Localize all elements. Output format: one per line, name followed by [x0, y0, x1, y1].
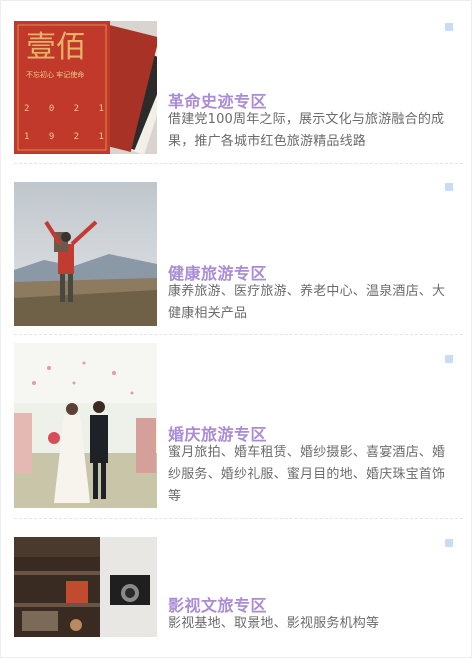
zone-card-image[interactable] [14, 537, 157, 637]
book-slogan: 不忘初心 牢记使命 [26, 70, 84, 79]
zone-list-panel: 壹佰 不忘初心 牢记使命 2 0 2 1 1 9 2 1 革命史迹专区 借建党1… [0, 0, 472, 658]
zone-card-image[interactable] [14, 182, 157, 326]
corner-marker [445, 539, 453, 547]
zone-card-image[interactable]: 壹佰 不忘初心 牢记使命 2 0 2 1 1 9 2 1 [14, 21, 157, 154]
zone-description: 影视基地、取景地、影视服务机构等 [168, 616, 380, 631]
svg-text:1 9 2 1: 1 9 2 1 [24, 132, 111, 142]
svg-text:2 0 2 1: 2 0 2 1 [24, 104, 111, 114]
corner-marker [445, 355, 453, 363]
zone-description: 借建党100周年之际，展示文化与旅游融合的成果，推广各城市红色旅游精品线路 [168, 112, 445, 149]
book-big-text: 壹佰 [26, 30, 86, 65]
divider [14, 518, 463, 519]
zone-card-film[interactable]: 影视文旅专区 影视基地、取景地、影视服务机构等 [14, 537, 463, 637]
zone-card-wedding[interactable]: 婚庆旅游专区 蜜月旅拍、婚车租赁、婚纱摄影、喜宴酒店、婚纱服务、婚纱礼服、蜜月目… [14, 343, 463, 508]
zone-description: 蜜月旅拍、婚车租赁、婚纱摄影、喜宴酒店、婚纱服务、婚纱礼服、蜜月目的地、婚庆珠宝… [168, 445, 446, 504]
divider [14, 334, 463, 335]
corner-marker [445, 23, 453, 31]
corner-marker [445, 183, 453, 191]
zone-card-health[interactable]: 健康旅游专区 康养旅游、医疗旅游、养老中心、温泉酒店、大健康相关产品 [14, 182, 463, 326]
zone-card-revolution[interactable]: 壹佰 不忘初心 牢记使命 2 0 2 1 1 9 2 1 革命史迹专区 借建党1… [14, 21, 463, 154]
divider [14, 163, 463, 164]
zone-description: 康养旅游、医疗旅游、养老中心、温泉酒店、大健康相关产品 [168, 284, 446, 321]
zone-card-image[interactable] [14, 343, 157, 508]
